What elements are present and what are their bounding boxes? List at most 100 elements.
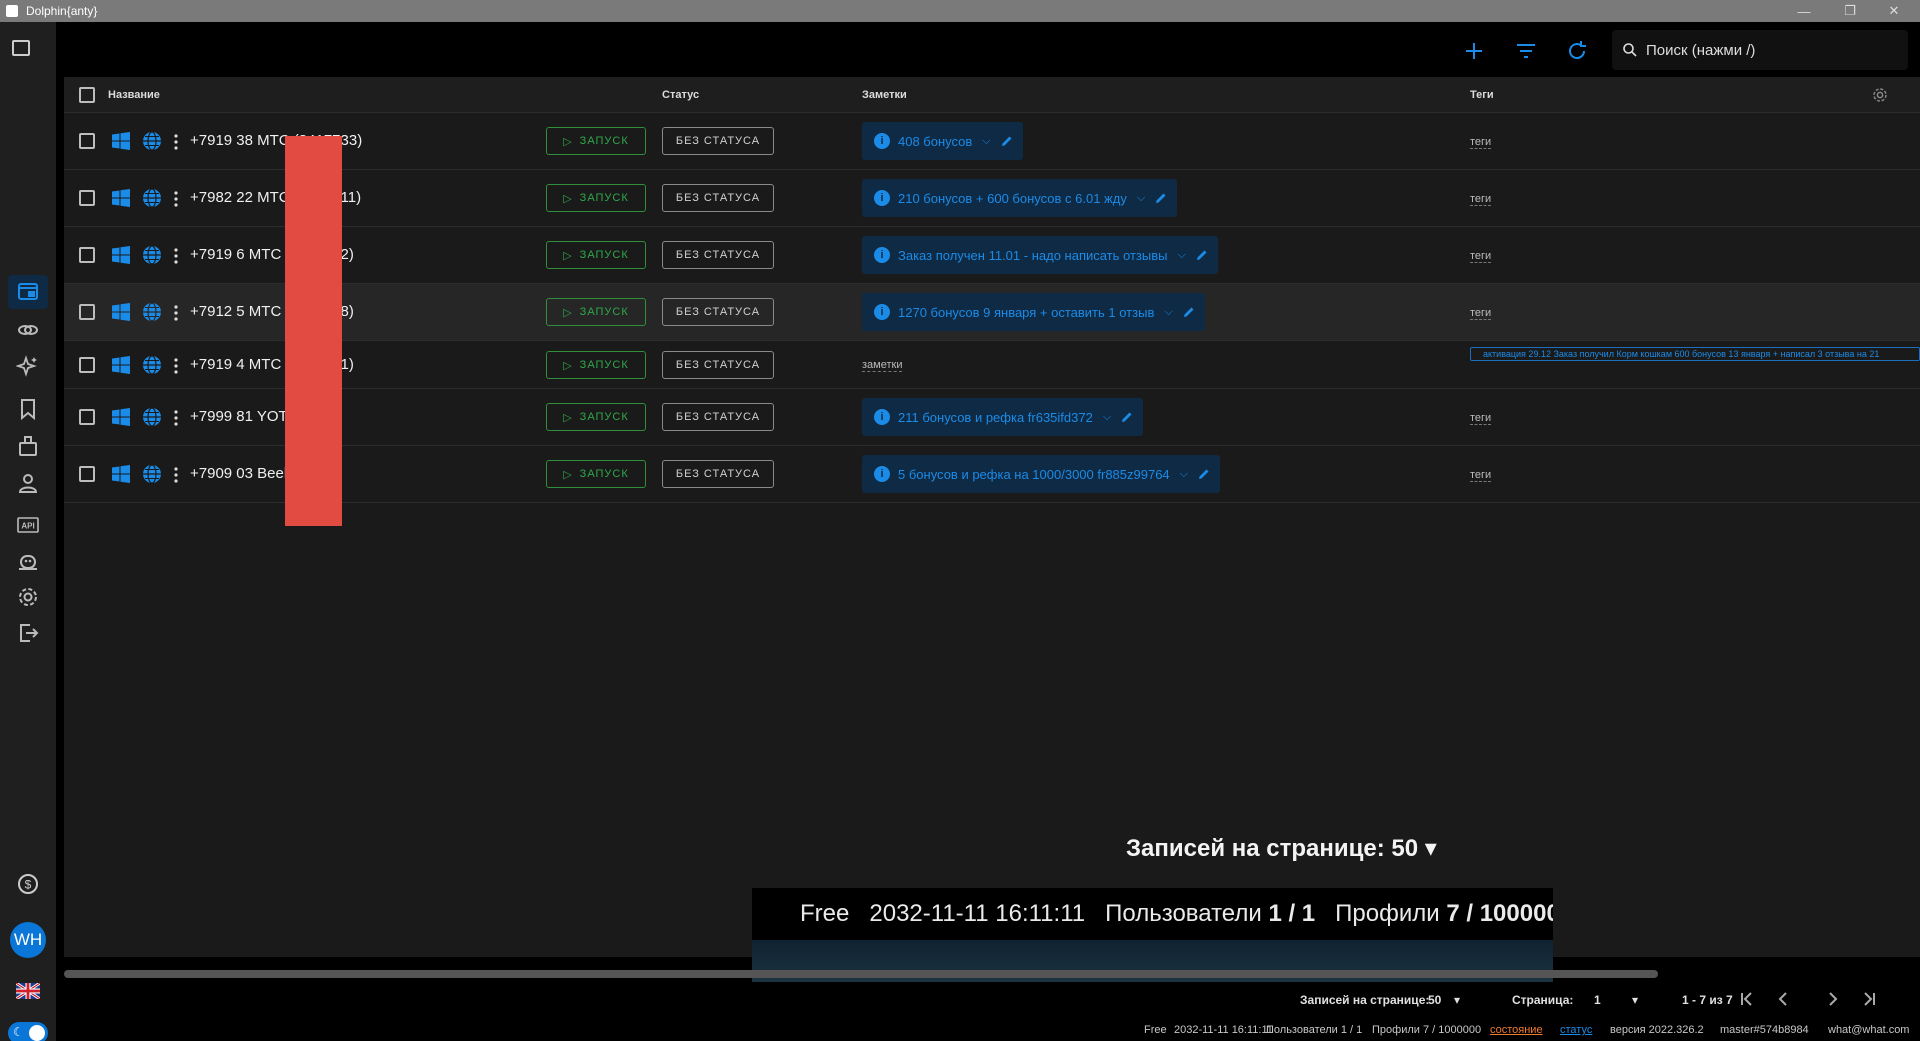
close-button[interactable]: ✕ (1872, 0, 1916, 22)
avatar[interactable]: WH (10, 922, 46, 958)
run-button[interactable]: ▷ ЗАПУСК (546, 184, 646, 212)
note-badge[interactable]: i 1270 бонусов 9 января + оставить 1 отзы… (862, 293, 1205, 331)
note-badge[interactable]: i 210 бонусов + 600 бонусов с 6.01 жду ⌵ (862, 179, 1178, 217)
pencil-icon[interactable] (1121, 411, 1133, 423)
run-button[interactable]: ▷ ЗАПУСК (546, 298, 646, 326)
tags-placeholder[interactable]: теги (1470, 412, 1492, 425)
search-box[interactable] (1612, 30, 1908, 70)
theme-toggle[interactable]: ☾ (8, 1022, 48, 1041)
minimize-button[interactable]: — (1782, 0, 1826, 22)
chevron-down-icon[interactable]: ⌵ (982, 135, 990, 148)
first-page-icon[interactable] (1738, 990, 1756, 1008)
note-badge[interactable]: i 211 бонусов и рефка fr635ifd372 ⌵ (862, 398, 1144, 436)
globe-icon[interactable] (142, 188, 162, 208)
row-checkbox[interactable] (79, 304, 95, 320)
sidebar-item-robot[interactable] (8, 544, 48, 578)
sidebar-item-extensions[interactable] (8, 429, 48, 463)
search-input[interactable] (1646, 41, 1886, 59)
pencil-icon[interactable] (1001, 135, 1013, 147)
status-button[interactable]: БЕЗ СТАТУСА (662, 241, 774, 269)
status-link[interactable]: статус (1560, 1024, 1592, 1036)
tags-placeholder[interactable]: теги (1470, 193, 1492, 206)
status-button[interactable]: БЕЗ СТАТУСА (662, 351, 774, 379)
table-row[interactable]: +7919 4 МТС (6631871) ▷ ЗАПУСК БЕЗ СТАТУС… (64, 341, 1920, 389)
row-checkbox[interactable] (79, 357, 95, 373)
table-row[interactable]: +7912 5 МТС (2271068) ▷ ЗАПУСК БЕЗ СТАТУС… (64, 284, 1920, 341)
run-button[interactable]: ▷ ЗАПУСК (546, 403, 646, 431)
header-notes[interactable]: Заметки (862, 89, 907, 101)
chevron-down-icon[interactable]: ⌵ (1103, 411, 1111, 424)
columns-settings-icon[interactable] (1871, 86, 1889, 104)
uk-flag-icon[interactable] (16, 983, 40, 999)
pencil-icon[interactable] (1198, 468, 1210, 480)
pencil-icon[interactable] (1155, 192, 1167, 204)
header-status[interactable]: Статус (662, 89, 699, 101)
notes-placeholder[interactable]: заметки (862, 359, 903, 372)
page-caret-icon[interactable]: ▾ (1632, 993, 1638, 1007)
run-button[interactable]: ▷ ЗАПУСК (546, 460, 646, 488)
globe-icon[interactable] (142, 131, 162, 151)
sidebar-item-proxies[interactable] (8, 313, 48, 347)
profile-name[interactable]: +7999 81 YOTA (190, 408, 297, 425)
note-badge[interactable]: i Заказ получен 11.01 - надо написать отз… (862, 236, 1218, 274)
pencil-icon[interactable] (1183, 306, 1195, 318)
filter-button[interactable] (1511, 36, 1541, 66)
header-name[interactable]: Название (108, 89, 160, 101)
run-button[interactable]: ▷ ЗАПУСК (546, 127, 646, 155)
status-button[interactable]: БЕЗ СТАТУСА (662, 298, 774, 326)
table-row[interactable]: +7999 81 YOTA ▷ ЗАПУСК БЕЗ СТАТУСА i 211 б… (64, 389, 1920, 446)
sidebar-item-users[interactable] (8, 466, 48, 500)
sidebar-item-bookmarks[interactable] (8, 392, 48, 426)
refresh-button[interactable] (1562, 36, 1592, 66)
chevron-down-icon[interactable]: ⌵ (1137, 192, 1145, 205)
row-checkbox[interactable] (79, 409, 95, 425)
row-checkbox[interactable] (79, 466, 95, 482)
tags-placeholder[interactable]: теги (1470, 307, 1492, 320)
chevron-down-icon[interactable]: ⌵ (1180, 468, 1188, 481)
prev-page-icon[interactable] (1774, 990, 1792, 1008)
per-page-select[interactable]: 50 (1428, 993, 1441, 1007)
sidebar-item-browser-profiles[interactable] (8, 275, 48, 309)
tags-placeholder[interactable]: теги (1470, 136, 1492, 149)
more-icon[interactable] (174, 305, 178, 321)
chevron-down-icon[interactable]: ⌵ (1164, 306, 1172, 319)
restore-button[interactable]: ❐ (1828, 0, 1872, 22)
status-button[interactable]: БЕЗ СТАТУСА (662, 184, 774, 212)
sidebar-item-api[interactable]: API (8, 508, 48, 542)
globe-icon[interactable] (142, 245, 162, 265)
sidebar-item-logout[interactable] (8, 616, 48, 650)
status-button[interactable]: БЕЗ СТАТУСА (662, 460, 774, 488)
more-icon[interactable] (174, 248, 178, 264)
more-icon[interactable] (174, 467, 178, 483)
tags-placeholder[interactable]: теги (1470, 469, 1492, 482)
state-link[interactable]: состояние (1490, 1024, 1543, 1036)
tag-chip[interactable]: активация 29.12 Заказ получил Корм кошка… (1470, 347, 1920, 361)
row-checkbox[interactable] (79, 133, 95, 149)
table-row[interactable]: +7982 22 МТС (2283311) ▷ ЗАПУСК БЕЗ СТАТУ… (64, 170, 1920, 227)
horizontal-scrollbar[interactable] (64, 970, 1658, 978)
row-checkbox[interactable] (79, 247, 95, 263)
sidebar-item-automation[interactable] (8, 349, 48, 383)
last-page-icon[interactable] (1860, 990, 1878, 1008)
sidebar-item-settings[interactable] (8, 580, 48, 614)
add-profile-button[interactable] (1459, 36, 1489, 66)
globe-icon[interactable] (142, 464, 162, 484)
per-page-caret-icon[interactable]: ▾ (1454, 993, 1460, 1007)
sidebar-item-billing[interactable]: $ (8, 867, 48, 901)
page-select[interactable]: 1 (1594, 993, 1601, 1007)
more-icon[interactable] (174, 358, 178, 374)
table-row[interactable]: +7909 03 Beeline ▷ ЗАПУСК БЕЗ СТАТУСА i5 … (64, 446, 1920, 503)
run-button[interactable]: ▷ ЗАПУСК (546, 351, 646, 379)
row-checkbox[interactable] (79, 190, 95, 206)
table-row[interactable]: +7919 38 МТС (8417733) ▷ ЗАПУСК БЕЗ СТАТУ… (64, 113, 1920, 170)
more-icon[interactable] (174, 134, 178, 150)
run-button[interactable]: ▷ ЗАПУСК (546, 241, 646, 269)
status-button[interactable]: БЕЗ СТАТУСА (662, 403, 774, 431)
note-badge[interactable]: i 408 бонусов ⌵ (862, 122, 1023, 160)
more-icon[interactable] (174, 410, 178, 426)
note-badge[interactable]: i 5 бонусов и рефка на 1000/3000 fr885z99… (862, 455, 1220, 493)
select-all-checkbox[interactable] (79, 87, 95, 103)
chevron-down-icon[interactable]: ⌵ (1177, 249, 1185, 262)
table-row[interactable]: +7919 6 МТС (2265532) ▷ ЗАПУСК БЕЗ СТАТУС… (64, 227, 1920, 284)
header-tags[interactable]: Теги (1470, 89, 1494, 101)
